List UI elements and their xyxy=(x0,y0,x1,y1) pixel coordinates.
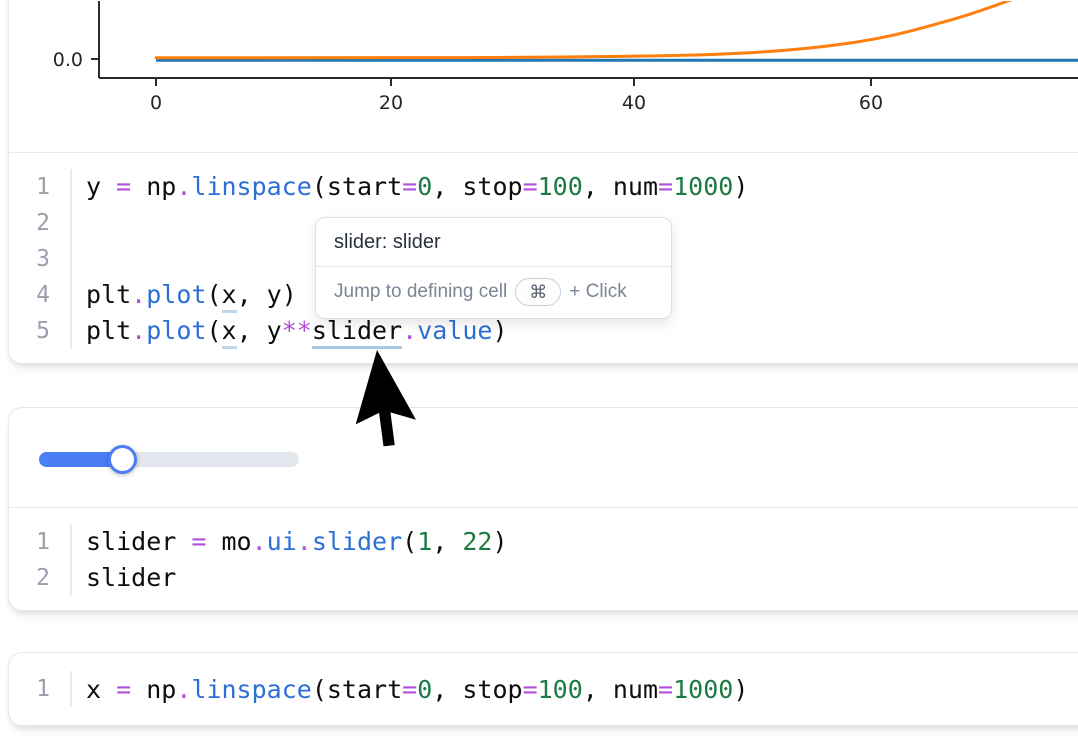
code-editor-x[interactable]: 1x = np.linspace(start=0, stop=100, num=… xyxy=(9,653,1078,726)
plot-output-area: 0.0 0 20 40 60 xyxy=(9,0,1078,153)
slider-handle[interactable] xyxy=(108,445,137,474)
line-number: 5 xyxy=(9,313,72,349)
line-chart: 0.0 0 20 40 60 xyxy=(9,1,1078,153)
y-tick-label: 0.0 xyxy=(53,49,83,71)
line-number: 1 xyxy=(9,524,72,560)
x-tick-label: 40 xyxy=(622,92,646,114)
command-key-glyph: ⌘ xyxy=(529,282,547,303)
code-line[interactable]: 1y = np.linspace(start=0, stop=100, num=… xyxy=(9,169,1078,205)
tooltip-click-label: + Click xyxy=(569,281,627,303)
line-number: 1 xyxy=(9,169,72,205)
tooltip-action-row[interactable]: Jump to defining cell ⌘ + Click xyxy=(316,267,671,318)
code-text[interactable]: x = np.linspace(start=0, stop=100, num=1… xyxy=(72,675,748,704)
cell-x-definition: 1x = np.linspace(start=0, stop=100, num=… xyxy=(8,652,1078,726)
line-number: 3 xyxy=(9,241,72,277)
x-tick-label: 0 xyxy=(150,92,162,114)
variable-tooltip: slider: slider Jump to defining cell ⌘ +… xyxy=(315,217,672,319)
series-orange-line xyxy=(156,1,1044,58)
tooltip-title: slider: slider xyxy=(316,218,671,266)
command-key-icon: ⌘ xyxy=(515,278,561,306)
code-text[interactable]: slider = mo.ui.slider(1, 22) xyxy=(72,527,508,556)
line-number: 2 xyxy=(9,560,72,596)
slider-output-area xyxy=(9,408,1078,508)
line-number: 2 xyxy=(9,205,72,241)
line-number: 4 xyxy=(9,277,72,313)
code-text[interactable]: slider xyxy=(72,563,176,592)
tooltip-action-label: Jump to defining cell xyxy=(334,281,507,303)
cell-slider-widget: 1slider = mo.ui.slider(1, 22)2slider xyxy=(8,407,1078,611)
code-line[interactable]: 1slider = mo.ui.slider(1, 22) xyxy=(9,524,1078,560)
slider-control[interactable] xyxy=(39,452,299,467)
line-number: 1 xyxy=(9,671,72,707)
x-tick-label: 60 xyxy=(859,92,883,114)
code-line[interactable]: 2slider xyxy=(9,560,1078,596)
code-text[interactable]: plt.plot(x, y**slider.value) xyxy=(72,316,508,345)
code-text[interactable]: y = np.linspace(start=0, stop=100, num=1… xyxy=(72,172,748,201)
code-editor-slider[interactable]: 1slider = mo.ui.slider(1, 22)2slider xyxy=(9,508,1078,612)
code-line[interactable]: 1x = np.linspace(start=0, stop=100, num=… xyxy=(9,671,1078,707)
code-text[interactable]: plt.plot(x, y) xyxy=(72,280,297,309)
x-tick-label: 20 xyxy=(379,92,403,114)
